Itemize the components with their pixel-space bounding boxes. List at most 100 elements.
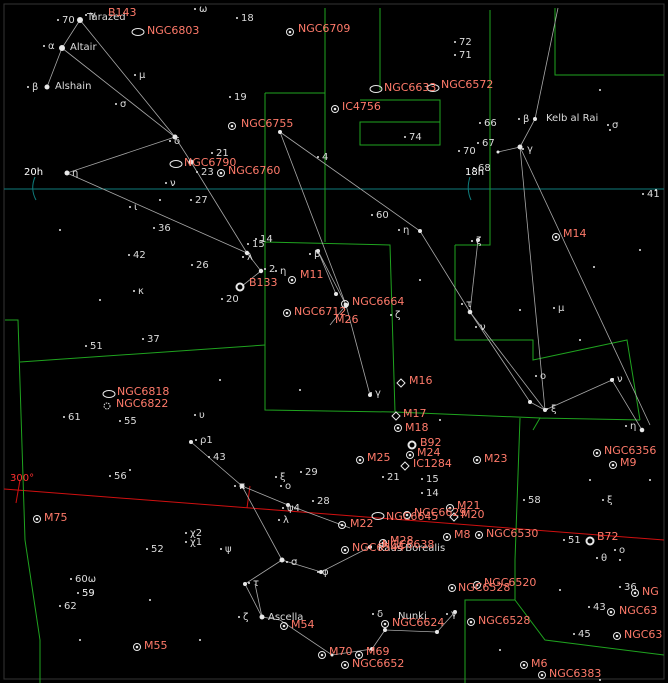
dso-label-ngc6652[interactable]: NGC6652 <box>352 657 404 670</box>
star-designation-s-20: 20 <box>226 294 239 305</box>
dso-label-ngc63-b[interactable]: NGC63 <box>624 628 662 641</box>
dso-label-ngc6544[interactable]: NGC6544 <box>352 541 404 554</box>
dso-label-m23[interactable]: M23 <box>484 452 508 465</box>
star-dot <box>169 140 171 142</box>
star-designation-s-eta-oph: η <box>630 421 636 432</box>
dso-label-ngc6383[interactable]: NGC6383 <box>549 667 601 680</box>
dso-label-ngc6760[interactable]: NGC6760 <box>228 164 280 177</box>
star-designation-s-beta-sct: β <box>314 249 320 260</box>
star-designation-s-gamma-oph: γ <box>527 144 533 155</box>
dso-label-m14[interactable]: M14 <box>563 227 587 240</box>
star-designation-s-45: 45 <box>578 629 591 640</box>
star-designation-s-70-mid: 70 <box>463 146 476 157</box>
star-dot <box>195 439 197 441</box>
star-designation-s-omega: ω <box>199 4 207 15</box>
star-dot <box>199 639 201 641</box>
dso-label-ngc6822[interactable]: NGC6822 <box>116 397 168 410</box>
star-dot <box>454 41 456 43</box>
star-designation-s-nu-ser: ν <box>617 374 623 385</box>
dso-label-m8[interactable]: M8 <box>454 528 471 541</box>
star-dot <box>191 264 193 266</box>
star-dot <box>619 586 621 588</box>
dso-label-m25[interactable]: M25 <box>367 451 391 464</box>
star-designation-s-26: 26 <box>196 260 209 271</box>
dso-label-ic1284[interactable]: IC1284 <box>413 457 452 470</box>
dso-label-ngc6528b[interactable]: NGC6528 <box>478 614 530 627</box>
dso-label-ngc6664[interactable]: NGC6664 <box>352 295 404 308</box>
star-designation-s-sigma-aql: σ <box>120 99 127 110</box>
star-dot <box>317 571 319 573</box>
dso-label-m54[interactable]: M54 <box>291 618 315 631</box>
star-dot <box>458 150 460 152</box>
star-designation-s-29: 29 <box>305 467 318 478</box>
star-designation-s-gamma-sgr: γ <box>451 609 457 620</box>
star-designation-s-18: 18 <box>241 13 254 24</box>
dso-label-b143[interactable]: B143 <box>108 6 137 19</box>
star-dot <box>309 253 311 255</box>
star-dot <box>146 548 148 550</box>
star-dot <box>248 582 250 584</box>
dso-label-m26[interactable]: M26 <box>335 313 359 326</box>
dso-label-m9[interactable]: M9 <box>620 456 637 469</box>
dso-label-b72[interactable]: B72 <box>597 530 619 543</box>
dso-label-ic4756[interactable]: IC4756 <box>342 100 381 113</box>
dso-label-m75[interactable]: M75 <box>44 511 68 524</box>
star-dot <box>208 456 210 458</box>
star-name-kelb-al-rai: Kelb al Rai <box>546 113 598 124</box>
dso-label-ngc6520[interactable]: NGC6520 <box>484 576 536 589</box>
star-designation-s-pi-sgr: π <box>239 481 245 492</box>
star-dot <box>27 86 29 88</box>
star-designation-s-74: 74 <box>409 132 422 143</box>
dso-label-m22[interactable]: M22 <box>350 517 374 530</box>
dso-label-ngc6633[interactable]: NGC6633 <box>384 81 436 94</box>
dso-label-ngc-r[interactable]: NG <box>642 585 659 598</box>
star-dot <box>446 613 448 615</box>
dso-label-ngc6709[interactable]: NGC6709 <box>298 22 350 35</box>
star-dot <box>517 144 523 150</box>
star-dot <box>234 485 236 487</box>
dso-label-ngc63-a[interactable]: NGC63 <box>619 604 657 617</box>
star-designation-s-zeta-sct: ζ <box>395 310 400 321</box>
star-dot <box>299 389 301 391</box>
dso-label-ngc6572[interactable]: NGC6572 <box>441 78 493 91</box>
dso-label-m55[interactable]: M55 <box>144 639 168 652</box>
star-designation-s-36: 36 <box>158 223 171 234</box>
star-designation-s-eta-sct: η <box>280 266 286 277</box>
star-designation-s-61: 61 <box>68 412 81 423</box>
star-dot <box>278 130 282 134</box>
star-dot <box>404 136 406 138</box>
star-designation-s-27: 27 <box>195 195 208 206</box>
star-dot <box>70 578 72 580</box>
star-designation-s-lambda-aql: λ <box>247 252 253 263</box>
dso-label-m70[interactable]: M70 <box>329 645 353 658</box>
star-dot <box>221 298 223 300</box>
star-dot <box>588 606 590 608</box>
star-dot <box>528 400 532 404</box>
dso-label-m6[interactable]: M6 <box>531 657 548 670</box>
dso-label-ngc6624[interactable]: NGC6624 <box>392 616 444 629</box>
sky-map-canvas[interactable]: 20h 18h300°TarazedAltairAlshainKelb al Ra… <box>0 0 668 683</box>
dso-label-b133[interactable]: B133 <box>249 276 278 289</box>
star-dot <box>522 148 524 150</box>
star-dot <box>418 229 422 233</box>
star-designation-s-omicron-sgr: ο <box>285 481 291 492</box>
star-dot <box>44 84 50 90</box>
dso-label-ngc6629[interactable]: NGC6629 <box>414 506 466 519</box>
dso-label-m18[interactable]: M18 <box>405 421 429 434</box>
star-dot <box>398 229 400 231</box>
star-designation-s-alpha-aql: α <box>48 41 55 52</box>
star-dot <box>243 582 247 586</box>
star-dot <box>372 613 374 615</box>
dso-label-ngc6803[interactable]: NGC6803 <box>147 24 199 37</box>
dso-label-m11[interactable]: M11 <box>300 268 324 281</box>
star-dot <box>518 118 520 120</box>
star-dot <box>85 345 87 347</box>
dso-label-m16[interactable]: M16 <box>409 374 433 387</box>
dso-label-ngc6530[interactable]: NGC6530 <box>486 527 538 540</box>
star-designation-s-tau-oph: τ <box>466 299 472 310</box>
dso-label-m17[interactable]: M17 <box>403 407 427 420</box>
star-dot <box>128 254 130 256</box>
star-chart[interactable]: 20h 18h 300° Tarazed Altair Alshain Kelb al Ra… <box>0 0 668 683</box>
dso-label-ngc6755[interactable]: NGC6755 <box>241 117 293 130</box>
star-designation-s-omicron2: ο <box>619 545 625 556</box>
